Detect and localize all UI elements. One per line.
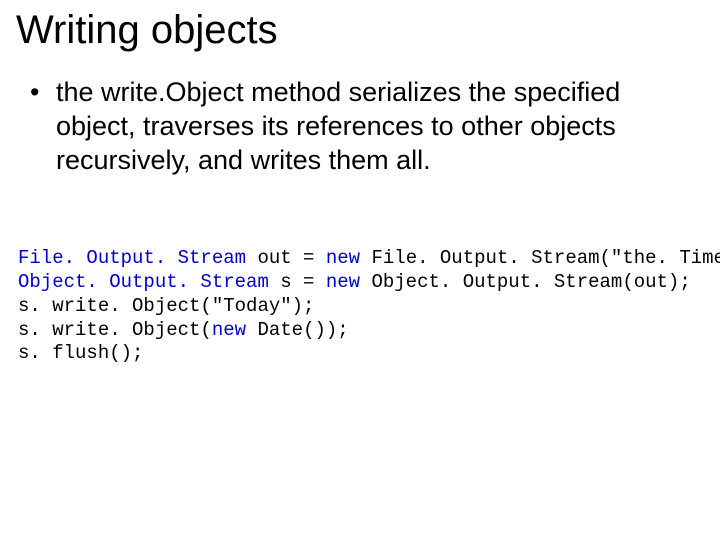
code-text: new bbox=[326, 271, 360, 293]
code-text: s. write. Object("Today"); bbox=[18, 295, 314, 317]
slide-title: Writing objects bbox=[16, 8, 704, 52]
code-text: Date()); bbox=[246, 319, 349, 341]
code-text: Object. Output. Stream(out); bbox=[360, 271, 691, 293]
code-text: out = bbox=[246, 247, 326, 269]
code-text: File. Output. Stream bbox=[18, 247, 246, 269]
slide: Writing objects the write.Object method … bbox=[0, 0, 720, 540]
code-text: new bbox=[326, 247, 360, 269]
bullet-item: the write.Object method serializes the s… bbox=[30, 76, 704, 177]
code-text: s. flush(); bbox=[18, 342, 143, 364]
code-text: File. Output. Stream("the. Time"); bbox=[360, 247, 720, 269]
code-block: File. Output. Stream out = new File. Out… bbox=[18, 247, 704, 366]
bullet-list: the write.Object method serializes the s… bbox=[30, 76, 704, 177]
code-text: s = bbox=[269, 271, 326, 293]
code-text: new bbox=[212, 319, 246, 341]
code-text: Object. Output. Stream bbox=[18, 271, 269, 293]
code-text: s. write. Object( bbox=[18, 319, 212, 341]
